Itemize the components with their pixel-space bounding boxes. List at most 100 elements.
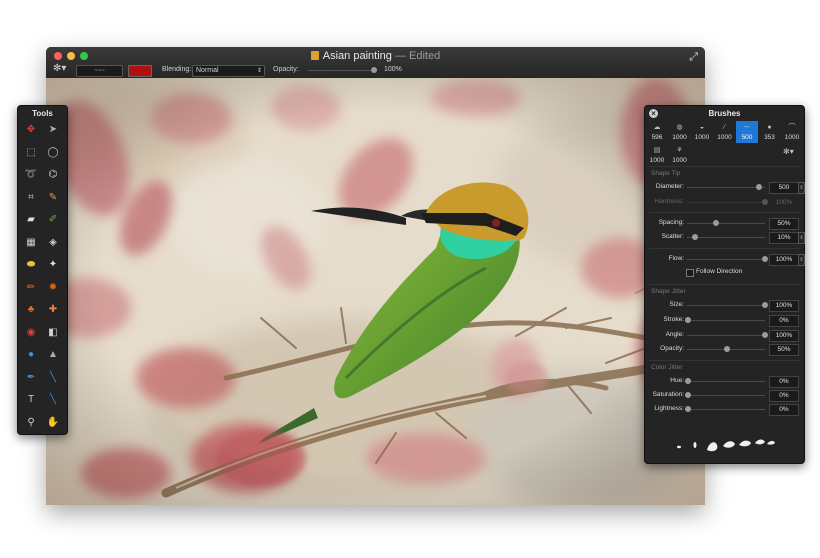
brush-preset[interactable]: ⁓ 500 xyxy=(736,121,758,143)
stroke-slider[interactable] xyxy=(687,320,765,321)
spacing-value[interactable]: 50% xyxy=(769,218,799,230)
red-eye-icon[interactable]: ◉ xyxy=(24,326,38,340)
saturation-value[interactable]: 0% xyxy=(769,390,799,402)
shape-icon[interactable]: ╲ xyxy=(46,393,60,407)
brush-icon[interactable]: ✐ xyxy=(46,213,60,227)
brush-preset-picker[interactable]: ~~~ xyxy=(76,65,123,77)
paint-bucket-icon[interactable]: ◈ xyxy=(46,236,60,250)
opacity-slider-knob[interactable] xyxy=(371,67,377,73)
flow-value[interactable]: 100% xyxy=(769,254,799,266)
spacing-slider[interactable] xyxy=(687,223,765,224)
gear-icon[interactable]: ✻▾ xyxy=(53,63,66,74)
crop-icon[interactable]: ⌗ xyxy=(24,191,38,205)
saturation-slider-knob[interactable] xyxy=(685,392,691,398)
diameter-stepper[interactable]: ⇕ xyxy=(798,182,805,194)
pencil-icon[interactable]: ✏ xyxy=(24,281,38,295)
size-value[interactable]: 100% xyxy=(769,300,799,312)
blending-select[interactable]: Normal ⇕ xyxy=(192,65,265,77)
gradient-icon[interactable]: ▦ xyxy=(24,236,38,250)
polygon-lasso-icon[interactable]: ⌬ xyxy=(46,168,60,182)
follow-direction-checkbox[interactable] xyxy=(686,269,694,277)
brush-preset[interactable]: ⌒ 1000 xyxy=(781,121,803,143)
angle-slider[interactable] xyxy=(687,335,765,336)
zoom-icon[interactable]: ⚲ xyxy=(24,416,38,430)
eyedropper-icon[interactable]: ✎ xyxy=(46,191,60,205)
ellipse-select-icon[interactable]: ◯ xyxy=(46,146,60,160)
painting-canvas[interactable] xyxy=(46,78,705,505)
lasso-icon[interactable]: ➰ xyxy=(24,168,38,182)
hue-value[interactable]: 0% xyxy=(769,376,799,388)
brush-tip-icon: ⁓ xyxy=(743,124,751,131)
close-icon[interactable]: × xyxy=(649,109,658,118)
blur-icon[interactable]: ● xyxy=(24,348,38,362)
lightness-label: Lightness: xyxy=(654,405,684,412)
document-status: — Edited xyxy=(394,50,441,62)
hardness-label: Hardness: xyxy=(654,198,684,205)
burn-icon[interactable]: ✹ xyxy=(46,281,60,295)
tools-panel-title: Tools xyxy=(32,109,53,118)
scatter-slider-knob[interactable] xyxy=(692,234,698,240)
angle-row: Angle: 100% xyxy=(645,330,804,342)
flow-stepper[interactable]: ⇕ xyxy=(798,254,805,266)
hue-slider[interactable] xyxy=(687,381,765,382)
hue-row: Hue: 0% xyxy=(645,376,804,388)
opacity-slider[interactable] xyxy=(308,70,376,71)
size-slider[interactable] xyxy=(687,305,765,306)
sharpen-icon[interactable]: ✦ xyxy=(46,258,60,272)
lightness-value[interactable]: 0% xyxy=(769,404,799,416)
move-icon[interactable]: ➤ xyxy=(46,123,60,137)
diameter-slider-knob[interactable] xyxy=(756,184,762,190)
brush-preset[interactable]: ⚘ 1000 xyxy=(669,144,691,166)
brush-size-label: 500 xyxy=(741,134,753,141)
brush-preset[interactable]: ▤ 1000 xyxy=(646,144,668,166)
brush-preset[interactable]: ◍ 1000 xyxy=(669,121,691,143)
flow-slider-knob[interactable] xyxy=(762,256,768,262)
sponge-icon[interactable]: ▲ xyxy=(46,348,60,362)
size-label: Size: xyxy=(669,301,684,308)
diameter-value[interactable]: 500 xyxy=(769,182,799,194)
jitter-opacity-slider-knob[interactable] xyxy=(724,346,730,352)
heal-icon[interactable]: ✚ xyxy=(46,303,60,317)
hand-icon[interactable]: ✋ xyxy=(46,416,60,430)
eraser-icon[interactable]: ▰ xyxy=(24,213,38,227)
color-swatch[interactable] xyxy=(128,65,152,77)
spacing-slider-knob[interactable] xyxy=(713,220,719,226)
jitter-opacity-value[interactable]: 50% xyxy=(769,344,799,356)
diameter-slider[interactable] xyxy=(687,187,765,188)
brush-preset[interactable]: ☁ 596 xyxy=(646,121,668,143)
flow-slider[interactable] xyxy=(687,259,765,260)
angle-slider-knob[interactable] xyxy=(762,332,768,338)
select-icon[interactable]: ✥ xyxy=(24,123,38,137)
jitter-opacity-row: Opacity: 50% xyxy=(645,344,804,356)
brush-preset[interactable]: ⁄ 1000 xyxy=(714,121,736,143)
stroke-value[interactable]: 0% xyxy=(769,315,799,327)
hardness-slider-knob xyxy=(762,199,768,205)
scatter-label: Scatter: xyxy=(661,233,684,240)
scatter-value[interactable]: 10% xyxy=(769,232,799,244)
angle-value[interactable]: 100% xyxy=(769,330,799,342)
hue-slider-knob[interactable] xyxy=(685,378,691,384)
scatter-slider[interactable] xyxy=(687,237,765,238)
saturation-slider[interactable] xyxy=(687,395,765,396)
brush-preset[interactable]: ● 353 xyxy=(759,121,781,143)
lightness-slider[interactable] xyxy=(687,409,765,410)
line-icon[interactable]: ╲ xyxy=(46,371,60,385)
dodge-icon[interactable]: ◧ xyxy=(46,326,60,340)
text-icon[interactable]: T xyxy=(24,393,38,407)
lightness-slider-knob[interactable] xyxy=(685,406,691,412)
gear-icon[interactable]: ✻▾ xyxy=(783,147,794,156)
scatter-stepper[interactable]: ⇕ xyxy=(798,232,805,244)
fullscreen-icon[interactable]: ⤢ xyxy=(689,51,698,64)
stroke-slider-knob[interactable] xyxy=(685,317,691,323)
pen-icon[interactable]: ✒ xyxy=(24,371,38,385)
size-slider-knob[interactable] xyxy=(762,302,768,308)
clone-stamp-icon[interactable]: ♣ xyxy=(24,303,38,317)
opacity-label: Opacity: xyxy=(273,66,299,73)
smudge-icon[interactable]: ⬬ xyxy=(24,258,38,272)
chevron-updown-icon: ⇕ xyxy=(256,68,262,74)
rect-select-icon[interactable]: ⬚ xyxy=(24,146,38,160)
brush-size-label: 1000 xyxy=(672,134,687,141)
brush-size-label: 1000 xyxy=(717,134,732,141)
brush-tip-icon: ▤ xyxy=(653,147,661,154)
brush-preset[interactable]: ◒ 1000 xyxy=(691,121,713,143)
